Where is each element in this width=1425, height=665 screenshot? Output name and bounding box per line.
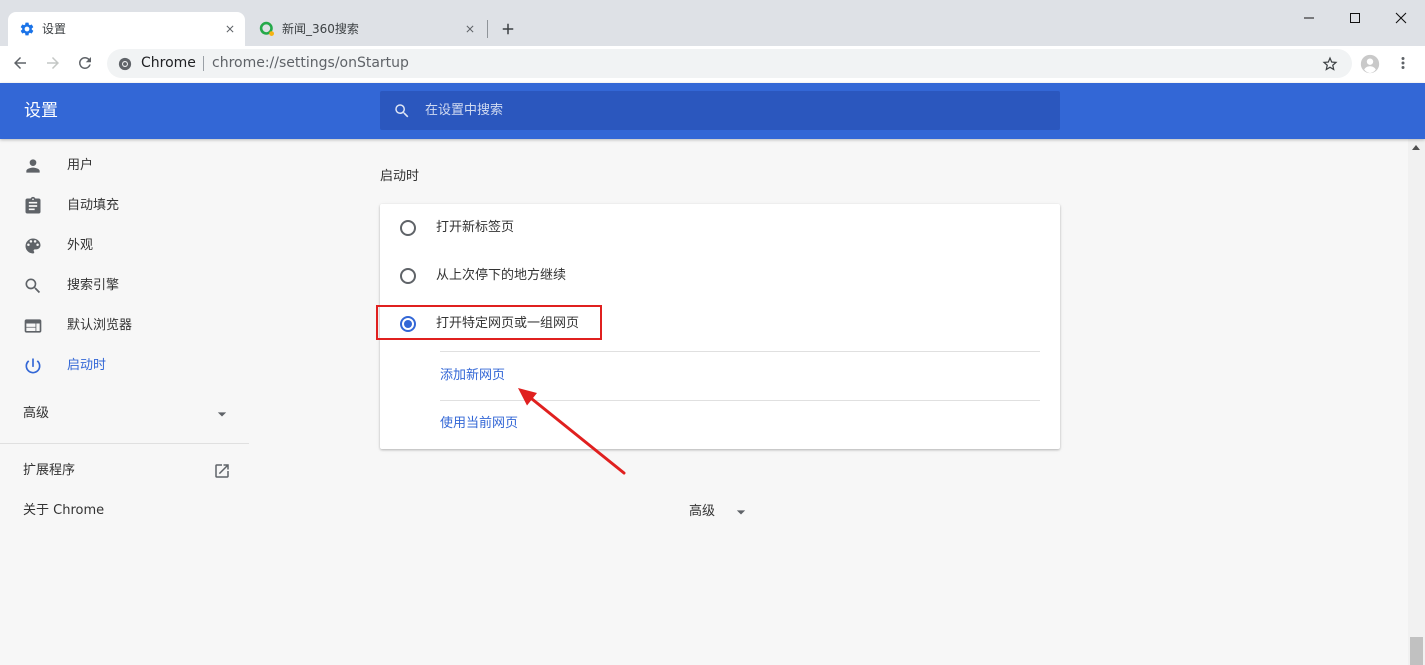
power-icon	[23, 356, 43, 376]
maximize-icon	[1349, 12, 1361, 24]
tab-strip: 设置 新闻_360搜索	[0, 0, 1425, 46]
chevron-down-icon	[212, 404, 232, 424]
search-input[interactable]	[425, 91, 1045, 130]
sidebar-extensions-label: 扩展程序	[23, 463, 76, 478]
sidebar-item-label: 自动填充	[67, 198, 120, 213]
person-icon	[23, 156, 43, 176]
advanced-label: 高级	[689, 504, 716, 519]
search-icon	[23, 276, 43, 296]
minimize-icon	[1303, 12, 1315, 24]
sidebar-item-label: 用户	[67, 158, 94, 173]
360-search-icon	[259, 21, 275, 37]
settings-header: 设置	[0, 83, 1425, 139]
tab-title: 设置	[42, 22, 67, 36]
use-current-pages-link[interactable]: 使用当前网页	[440, 401, 518, 447]
reload-icon[interactable]	[76, 54, 94, 72]
new-tab-plus-icon[interactable]	[499, 20, 517, 38]
window-close-button[interactable]	[1378, 0, 1424, 36]
advanced-settings-toggle[interactable]: 高级	[680, 500, 760, 524]
startup-settings-card: 打开新标签页 从上次停下的地方继续 打开特定网页或一组网页 添加新网页 使用当前…	[380, 204, 1060, 449]
use-current-pages-row: 使用当前网页	[440, 401, 1040, 447]
settings-search-box[interactable]	[380, 91, 1060, 130]
maximize-button[interactable]	[1332, 0, 1378, 36]
startup-option-specific-pages[interactable]: 打开特定网页或一组网页	[380, 300, 1060, 347]
close-icon	[1395, 12, 1407, 24]
tab-settings[interactable]: 设置	[8, 12, 245, 46]
settings-gear-icon	[19, 21, 35, 37]
forward-arrow-icon[interactable]	[44, 54, 62, 72]
tab-title: 新闻_360搜索	[282, 22, 359, 36]
sidebar-advanced-toggle[interactable]: 高级	[0, 394, 250, 434]
browser-toolbar: Chrome chrome://settings/onStartup	[0, 46, 1425, 83]
settings-sidebar: 用户 自动填充 外观 搜索引擎 默认浏览器 启动时 高级 扩展程序 关于 Chr…	[0, 139, 250, 665]
add-new-page-row: 添加新网页	[440, 352, 1040, 400]
bookmark-star-icon[interactable]	[1321, 55, 1339, 73]
radio-button[interactable]	[400, 219, 416, 236]
site-chip-label: Chrome	[141, 55, 196, 71]
sidebar-advanced-label: 高级	[23, 406, 50, 421]
startup-option-continue[interactable]: 从上次停下的地方继续	[380, 252, 1060, 299]
radio-button[interactable]	[400, 267, 416, 284]
sidebar-item-default-browser[interactable]: 默认浏览器	[0, 306, 250, 346]
sidebar-item-autofill[interactable]: 自动填充	[0, 186, 250, 226]
radio-button[interactable]	[400, 315, 416, 332]
address-divider	[203, 56, 204, 71]
option-label: 从上次停下的地方继续	[436, 268, 567, 283]
tab-close-icon[interactable]	[464, 23, 476, 35]
sidebar-divider	[0, 443, 249, 444]
url-text[interactable]: chrome://settings/onStartup	[212, 49, 409, 78]
browser-window-icon	[23, 316, 43, 336]
scroll-up-arrow-icon[interactable]	[1412, 145, 1420, 150]
address-bar[interactable]: Chrome chrome://settings/onStartup	[107, 49, 1352, 78]
add-new-page-link[interactable]: 添加新网页	[440, 352, 505, 400]
section-title: 启动时	[380, 169, 420, 184]
more-menu-icon[interactable]	[1394, 54, 1412, 72]
sidebar-item-appearance[interactable]: 外观	[0, 226, 250, 266]
sidebar-item-label: 外观	[67, 238, 94, 253]
sidebar-item-about-chrome[interactable]: 关于 Chrome	[0, 491, 250, 531]
sidebar-item-label: 默认浏览器	[67, 318, 133, 333]
profile-avatar-icon[interactable]	[1360, 54, 1380, 74]
search-icon	[393, 102, 411, 120]
palette-icon	[23, 236, 43, 256]
sidebar-item-extensions[interactable]: 扩展程序	[0, 451, 250, 491]
sidebar-item-on-startup[interactable]: 启动时	[0, 346, 250, 386]
option-label: 打开新标签页	[436, 220, 515, 235]
sidebar-item-label: 启动时	[67, 358, 107, 373]
tab-close-icon[interactable]	[224, 23, 236, 35]
clipboard-icon	[23, 196, 43, 216]
sidebar-item-label: 搜索引擎	[67, 278, 120, 293]
chrome-logo-icon[interactable]	[118, 57, 132, 71]
back-arrow-icon[interactable]	[11, 54, 29, 72]
page-scrollbar[interactable]	[1408, 139, 1425, 665]
option-label: 打开特定网页或一组网页	[436, 316, 580, 331]
tab-separator	[487, 20, 488, 38]
page-title: 设置	[24, 101, 58, 121]
open-in-new-icon	[213, 462, 231, 480]
startup-option-new-tab[interactable]: 打开新标签页	[380, 204, 1060, 251]
minimize-button[interactable]	[1286, 0, 1332, 36]
sidebar-about-label: 关于 Chrome	[23, 503, 105, 518]
chevron-down-icon	[731, 502, 751, 522]
tab-360-news[interactable]: 新闻_360搜索	[248, 12, 485, 46]
sidebar-item-search-engine[interactable]: 搜索引擎	[0, 266, 250, 306]
scroll-thumb[interactable]	[1410, 637, 1423, 665]
sidebar-item-people[interactable]: 用户	[0, 146, 250, 186]
